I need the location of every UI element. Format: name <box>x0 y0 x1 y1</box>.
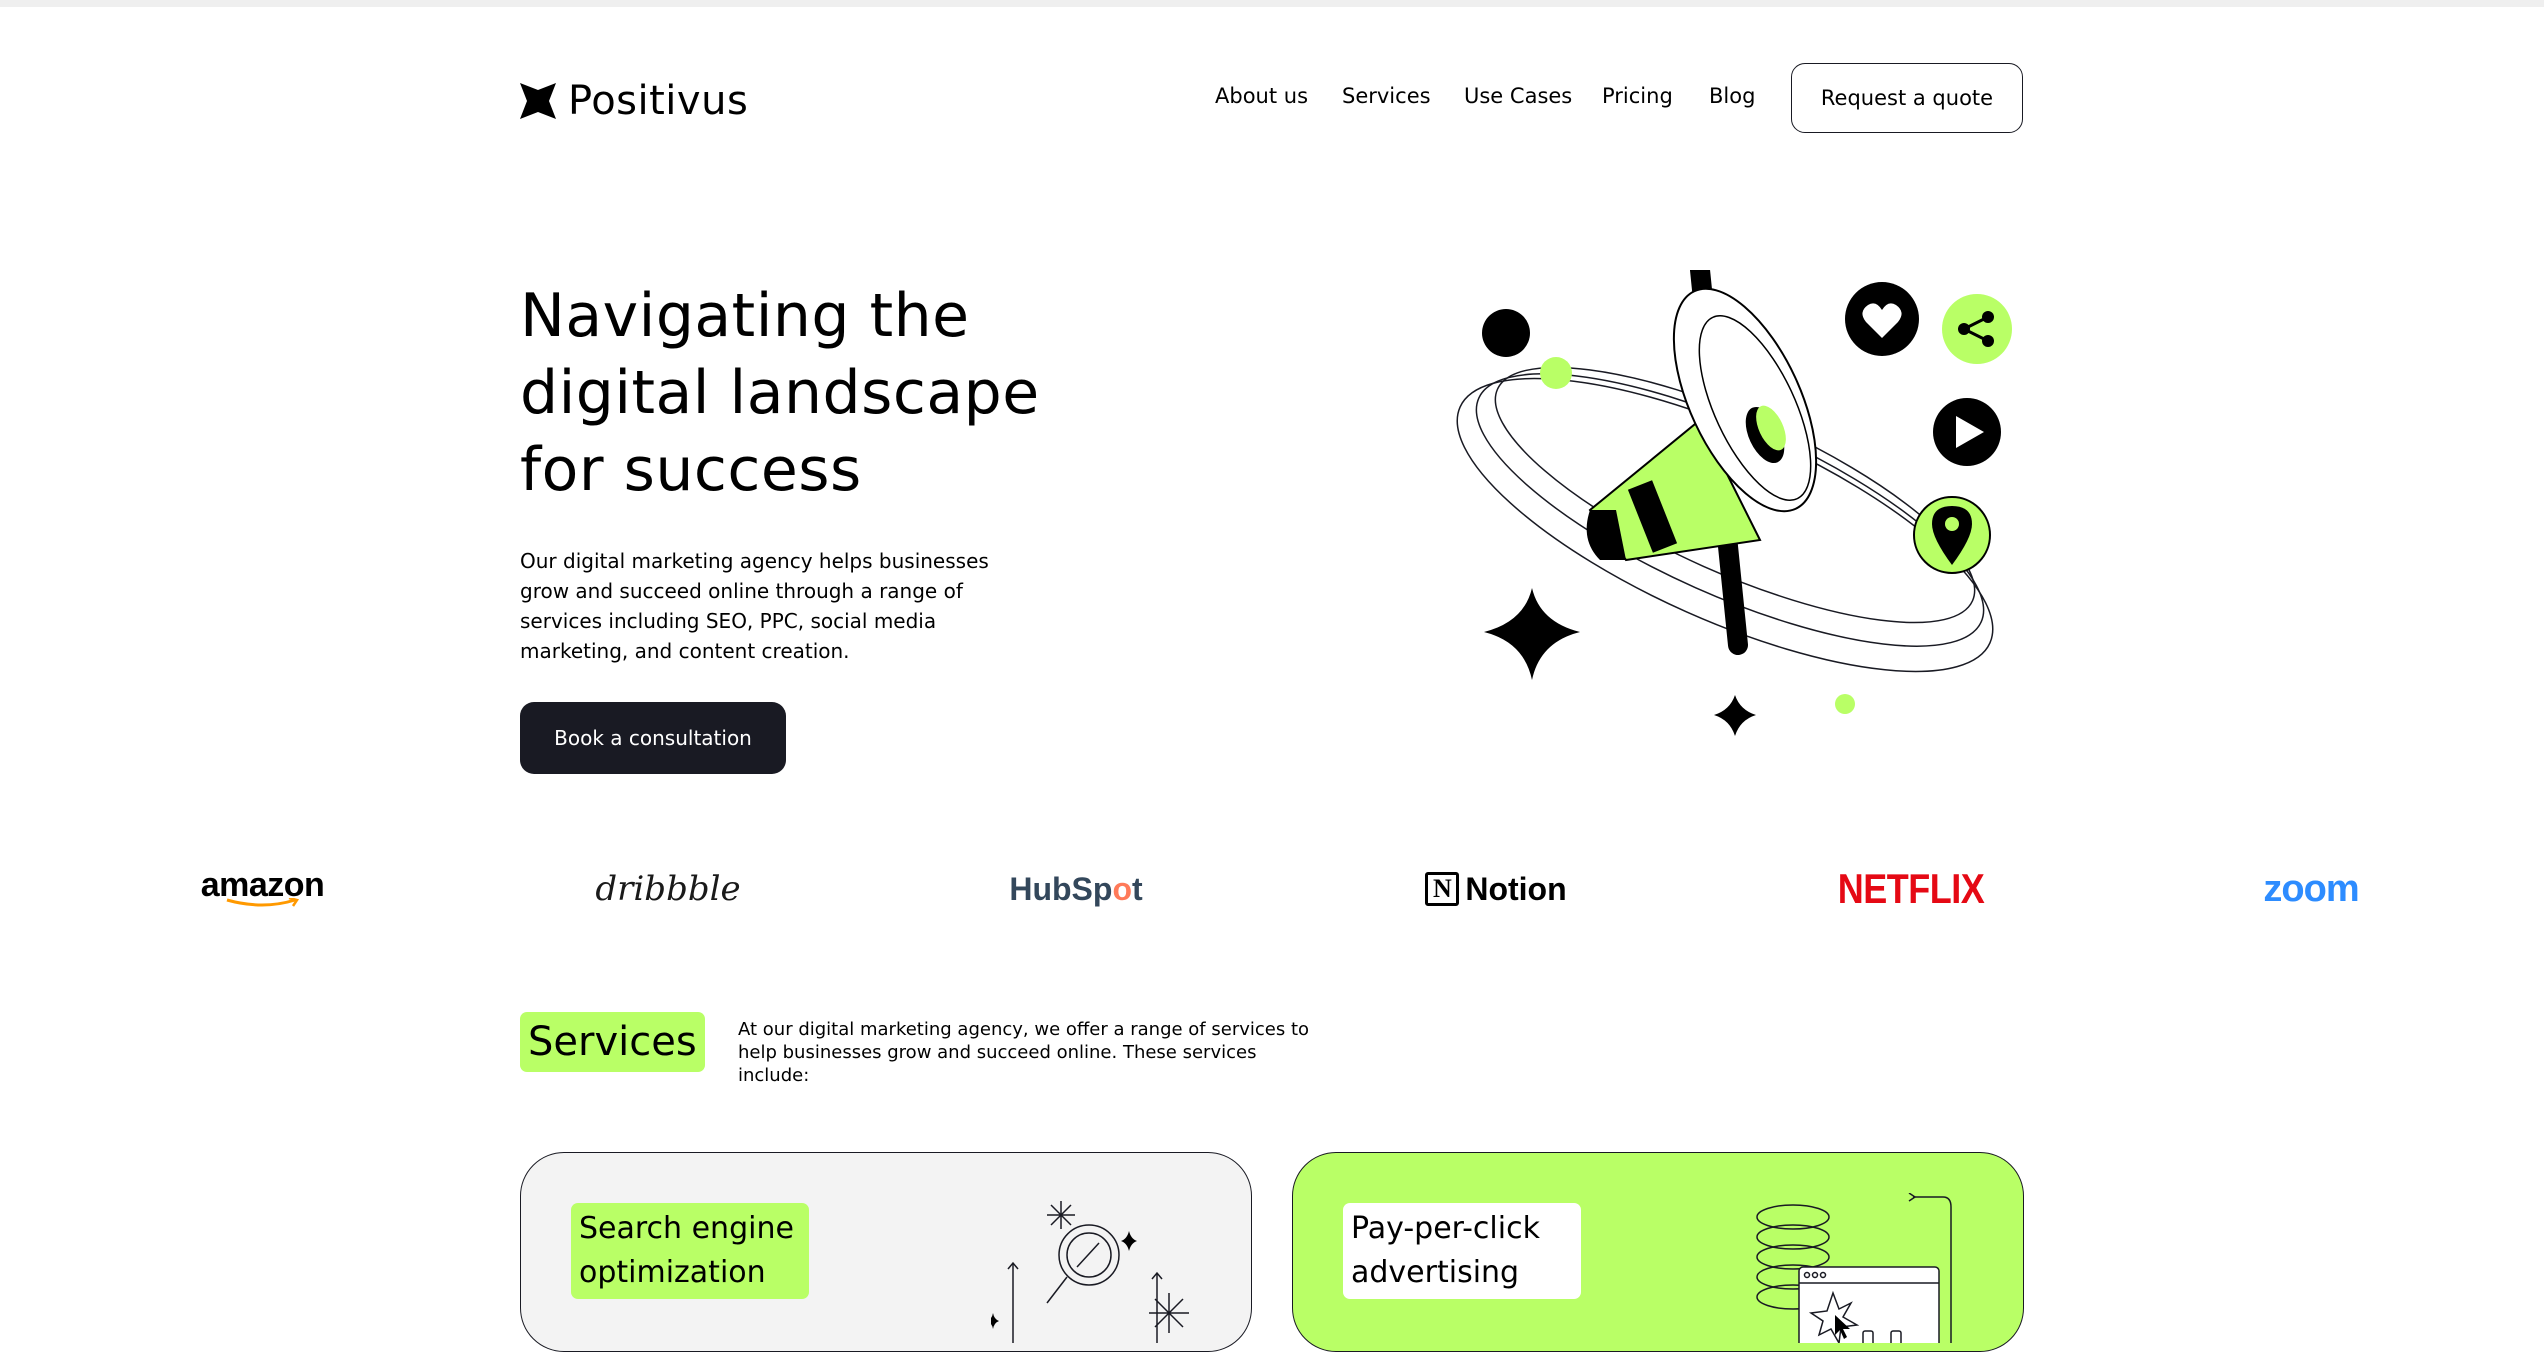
hero-title: Navigating the digital landscape for suc… <box>520 281 1040 505</box>
magnifier-illustration-icon <box>991 1201 1189 1343</box>
nav-blog[interactable]: Blog <box>1709 84 1755 108</box>
amazon-smile-icon <box>226 898 299 907</box>
megaphone-icon <box>1586 270 1818 655</box>
notion-box-icon: N <box>1425 872 1460 906</box>
black-dot <box>1482 309 1530 357</box>
nav-services[interactable]: Services <box>1342 84 1431 108</box>
location-pin-icon <box>1913 496 1991 574</box>
heart-icon <box>1845 282 1919 356</box>
brand-name: Positivus <box>568 78 749 124</box>
zoom-logo: zoom <box>2263 867 2359 910</box>
green-dot <box>1540 357 1572 389</box>
service-card-ppc[interactable]: Pay-per-click advertising <box>1292 1152 2024 1352</box>
nav-use-cases[interactable]: Use Cases <box>1464 84 1572 108</box>
dribbble-logo: dribbble <box>595 869 741 909</box>
browser-top-strip <box>0 0 2544 7</box>
client-logos: amazon dribbble HubSp o t N Notion NETFLIX… <box>0 862 2544 916</box>
amazon-logo: amazon <box>195 862 330 916</box>
play-icon <box>1933 398 2001 466</box>
share-icon <box>1942 294 2012 364</box>
positivus-star-icon <box>520 83 556 119</box>
services-intro: At our digital marketing agency, we offe… <box>738 1019 1310 1086</box>
hubspot-logo: HubSp o t <box>1008 862 1144 916</box>
hubspot-wordmark-end: t <box>1131 870 1143 907</box>
hubspot-wordmark-part: HubSp <box>1009 870 1113 907</box>
hubspot-sprocket-icon: o <box>1112 870 1132 907</box>
card-title: Search engine optimization <box>571 1203 809 1299</box>
amazon-wordmark: amazon <box>200 866 325 904</box>
services-heading: Services <box>520 1012 705 1072</box>
service-card-seo[interactable]: Search engine optimization <box>520 1152 1252 1352</box>
notion-logo: N Notion <box>1420 862 1572 916</box>
ppc-browser-illustration-icon <box>1756 1193 1952 1343</box>
site-logo[interactable]: Positivus <box>520 78 748 124</box>
megaphone-illustration <box>1456 270 2012 736</box>
netflix-logo: NETFLIX <box>1837 864 1985 912</box>
request-quote-button[interactable]: Request a quote <box>1791 63 2023 133</box>
small-green-dot <box>1835 694 1855 714</box>
notion-wordmark: Notion <box>1465 870 1567 907</box>
hero-description: Our digital marketing agency helps busin… <box>520 549 989 663</box>
book-consultation-button[interactable]: Book a consultation <box>520 702 786 774</box>
sparkle-star-icon <box>1484 588 1580 680</box>
small-sparkle-icon <box>1714 695 1756 736</box>
nav-pricing[interactable]: Pricing <box>1602 84 1673 108</box>
nav-about-us[interactable]: About us <box>1215 84 1308 108</box>
card-title: Pay-per-click advertising <box>1343 1203 1581 1299</box>
